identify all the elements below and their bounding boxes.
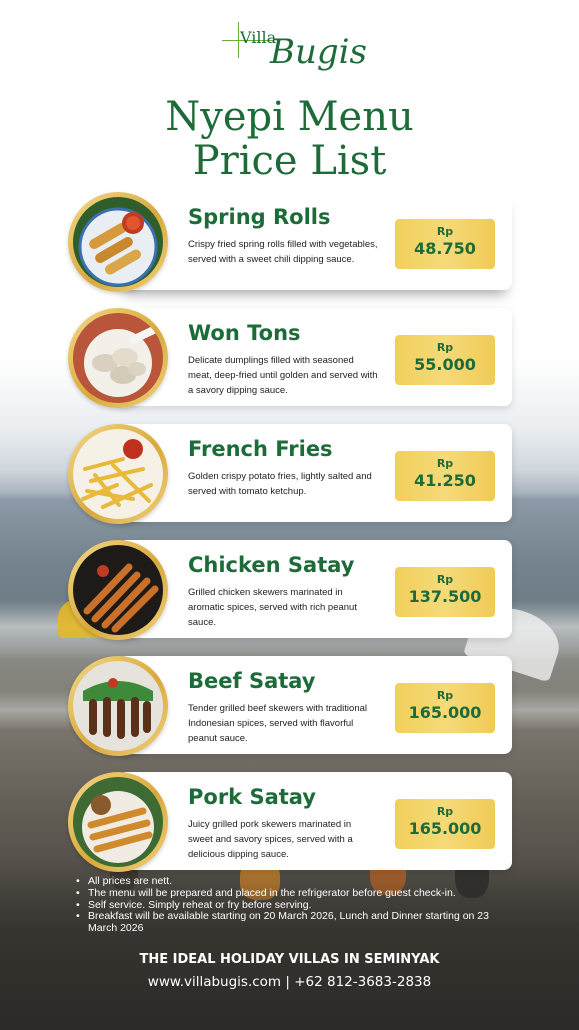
pork-satay-image xyxy=(73,777,163,867)
price-tag: Rp 41.250 xyxy=(395,451,495,501)
beef-satay-image xyxy=(73,661,163,751)
item-name: French Fries xyxy=(188,437,333,461)
food-plate-frame xyxy=(68,540,168,640)
logo-text-large: Bugis xyxy=(270,32,367,72)
menu-item: Won Tons Delicate dumplings filled with … xyxy=(68,308,512,408)
food-plate-frame xyxy=(68,656,168,756)
item-name: Chicken Satay xyxy=(188,553,355,577)
price-currency: Rp xyxy=(436,805,454,818)
item-description: Golden crispy potato fries, lightly salt… xyxy=(188,471,372,497)
french-fries-image xyxy=(73,429,163,519)
menu-item: Pork Satay Juicy grilled pork skewers ma… xyxy=(68,772,512,872)
price-currency: Rp xyxy=(436,225,454,238)
item-name: Won Tons xyxy=(188,321,301,345)
price-value: 55.000 xyxy=(414,355,476,374)
price-value: 137.500 xyxy=(408,587,482,606)
item-description: Crispy fried spring rolls filled with ve… xyxy=(188,239,378,265)
menu-item: Chicken Satay Grilled chicken skewers ma… xyxy=(68,540,512,640)
spring-rolls-image xyxy=(73,197,163,287)
item-name: Pork Satay xyxy=(188,785,316,809)
food-plate-frame xyxy=(68,192,168,292)
price-value: 48.750 xyxy=(414,239,476,258)
footer-tagline: THE IDEAL HOLIDAY VILLAS IN SEMINYAK xyxy=(139,952,440,967)
price-tag: Rp 137.500 xyxy=(395,567,495,617)
note-item: The menu will be prepared and placed in … xyxy=(76,887,516,900)
item-description: Grilled chicken skewers marinated in aro… xyxy=(188,587,357,628)
menu-item: French Fries Golden crispy potato fries,… xyxy=(68,424,512,524)
price-currency: Rp xyxy=(436,457,454,470)
price-value: 165.000 xyxy=(408,703,482,722)
footer-contact: www.villabugis.com | +62 812-3683-2838 xyxy=(147,974,432,990)
price-tag: Rp 165.000 xyxy=(395,683,495,733)
item-name: Spring Rolls xyxy=(188,205,331,229)
price-currency: Rp xyxy=(436,573,454,586)
notes-list: All prices are nett. The menu will be pr… xyxy=(76,875,516,935)
item-description: Delicate dumplings filled with seasoned … xyxy=(188,355,378,396)
chicken-satay-image xyxy=(73,545,163,635)
price-tag: Rp 48.750 xyxy=(395,219,495,269)
item-name: Beef Satay xyxy=(188,669,316,693)
price-currency: Rp xyxy=(436,689,454,702)
item-description: Tender grilled beef skewers with traditi… xyxy=(188,703,368,744)
price-currency: Rp xyxy=(436,341,454,354)
menu-item: Spring Rolls Crispy fried spring rolls f… xyxy=(68,192,512,292)
page-title-line-2: Price List xyxy=(192,138,387,184)
won-tons-image xyxy=(73,313,163,403)
price-value: 41.250 xyxy=(414,471,476,490)
food-plate-frame xyxy=(68,424,168,524)
food-plate-frame xyxy=(68,308,168,408)
price-value: 165.000 xyxy=(408,819,482,838)
note-item: Breakfast will be available starting on … xyxy=(76,911,516,935)
villa-bugis-logo: Villa Bugis xyxy=(222,20,367,82)
menu-item: Beef Satay Tender grilled beef skewers w… xyxy=(68,656,512,756)
page-title-line-1: Nyepi Menu xyxy=(165,94,414,140)
food-plate-frame xyxy=(68,772,168,872)
price-tag: Rp 55.000 xyxy=(395,335,495,385)
price-tag: Rp 165.000 xyxy=(395,799,495,849)
item-description: Juicy grilled pork skewers marinated in … xyxy=(188,819,353,860)
